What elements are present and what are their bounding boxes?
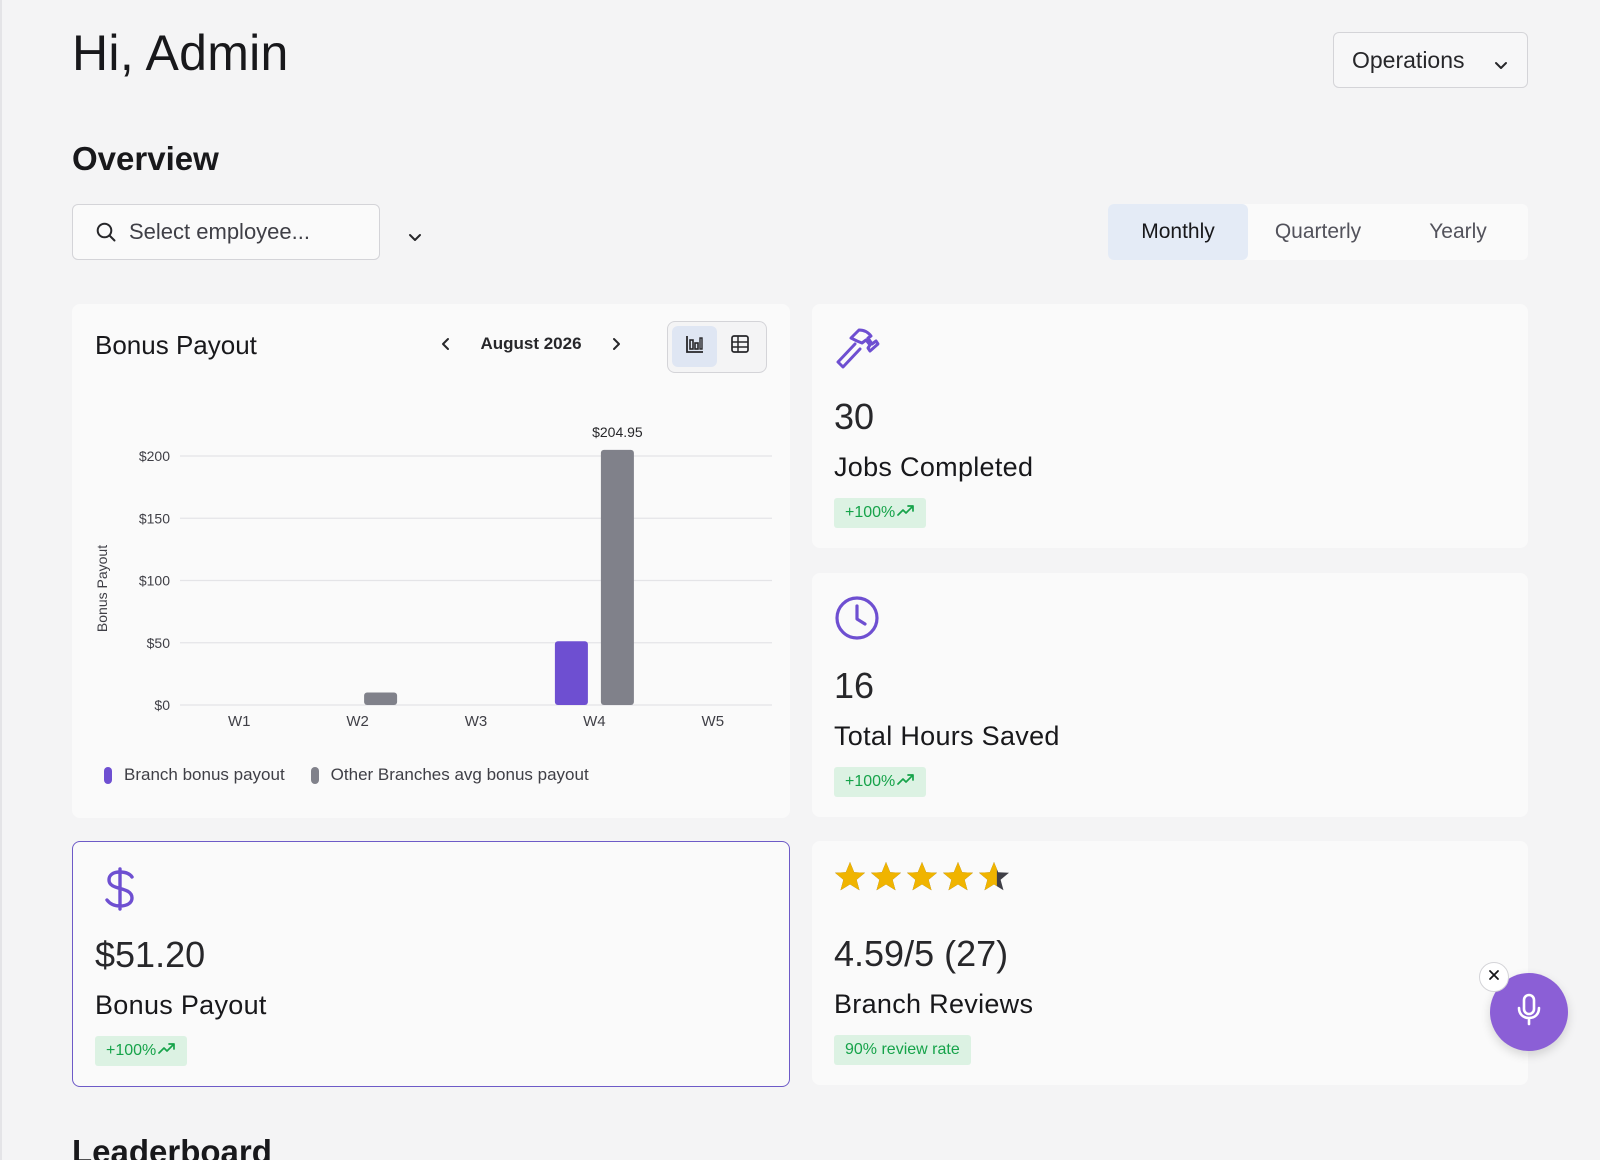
department-dropdown-value: Operations (1352, 46, 1465, 73)
bonus-payout-chart-card: Bonus Payout August 2026 $0 $50 $100 $150 $2… (72, 304, 790, 818)
employee-select[interactable]: Select employee... (72, 204, 421, 260)
bonus-payout-label: Bonus Payout (95, 990, 267, 1020)
bonus-payout-value: $51.20 (95, 934, 206, 975)
search-icon (95, 221, 117, 249)
star-icon (834, 861, 866, 898)
bonus-payout-change: +100% (106, 1042, 157, 1059)
close-icon (1488, 968, 1500, 986)
trend-up-icon (895, 773, 915, 792)
y-tick-label: $0 (154, 697, 170, 713)
page-greeting: Hi, Admin (72, 25, 289, 81)
hours-saved-value: 16 (834, 665, 875, 706)
legend-swatch-other-branches (310, 766, 319, 784)
chevron-left-icon[interactable] (436, 334, 456, 354)
hours-saved-label: Total Hours Saved (834, 721, 1060, 751)
hammer-icon (834, 326, 880, 377)
legend-item-other-branches: Other Branches avg bonus payout (310, 765, 589, 785)
jobs-completed-card: 30 Jobs Completed +100% (812, 304, 1528, 548)
legend-label-branch: Branch bonus payout (124, 765, 285, 784)
y-tick-label: $50 (147, 635, 171, 651)
chart-view-toggle (667, 321, 767, 373)
review-rate-badge: 90% review rate (834, 1035, 971, 1065)
star-icon (906, 861, 938, 898)
y-tick-label: $100 (139, 573, 170, 589)
bar-w4-series-2 (600, 449, 634, 705)
hours-saved-card: 16 Total Hours Saved +100% (812, 573, 1528, 817)
branch-reviews-label: Branch Reviews (834, 989, 1034, 1019)
x-tick-label: W2 (346, 713, 369, 730)
star-icon (942, 861, 974, 898)
chevron-down-icon (1493, 52, 1509, 79)
rating-stars (834, 861, 1014, 898)
bar-w4-series-1 (554, 641, 588, 705)
y-tick-label: $200 (139, 448, 170, 464)
x-tick-label: W4 (583, 713, 606, 730)
employee-select-placeholder: Select employee... (129, 219, 310, 244)
chart-card-title: Bonus Payout (95, 330, 257, 360)
chart-view-button[interactable] (672, 326, 717, 367)
month-navigator: August 2026 (436, 334, 626, 354)
bonus-payout-chart: $0 $50 $100 $150 $200 Bonus Payout W1 W2 W3 W4 W5 $… (94, 424, 772, 730)
hours-saved-change: +100% (845, 773, 896, 790)
legend-item-branch: Branch bonus payout (104, 765, 285, 785)
jobs-completed-badge: +100% (834, 498, 927, 528)
jobs-completed-change: +100% (845, 504, 896, 521)
table-view-button[interactable] (717, 326, 762, 367)
branch-reviews-value: 4.59/5 (27) (834, 933, 1009, 974)
chevron-down-icon (407, 225, 423, 251)
department-dropdown[interactable]: Operations (1333, 32, 1528, 88)
bar-w2-series-2 (364, 692, 398, 705)
data-label: $204.95 (592, 424, 643, 440)
table-icon (730, 334, 750, 359)
x-tick-label: W5 (702, 713, 725, 730)
chart-icon (685, 334, 705, 359)
tab-quarterly[interactable]: Quarterly (1248, 204, 1388, 260)
branch-reviews-card: 4.59/5 (27) Branch Reviews 90% review ra… (812, 841, 1528, 1085)
y-tick-label: $150 (139, 510, 170, 526)
bonus-payout-badge: +100% (95, 1036, 188, 1066)
leaderboard-title: Leaderboard (72, 1133, 272, 1160)
hours-saved-badge: +100% (834, 767, 927, 797)
y-axis-label: Bonus Payout (94, 545, 110, 632)
trend-up-icon (156, 1042, 176, 1061)
trend-up-icon (895, 504, 915, 523)
jobs-completed-value: 30 (834, 396, 875, 437)
period-toggle: Monthly Quarterly Yearly (1108, 204, 1528, 260)
legend-swatch-branch (104, 766, 112, 784)
legend-label-other-branches: Other Branches avg bonus payout (330, 765, 589, 784)
current-month: August 2026 (480, 334, 582, 353)
tab-yearly[interactable]: Yearly (1388, 204, 1528, 260)
page-edge (0, 0, 2, 1160)
tab-monthly[interactable]: Monthly (1108, 204, 1248, 260)
overview-title: Overview (72, 140, 219, 177)
clock-icon (834, 595, 880, 646)
bonus-payout-card[interactable]: $51.20 Bonus Payout +100% (72, 841, 790, 1087)
x-tick-label: W1 (228, 713, 251, 730)
microphone-icon (1515, 993, 1543, 1032)
star-icon (870, 861, 902, 898)
jobs-completed-label: Jobs Completed (834, 452, 1034, 482)
x-tick-label: W3 (465, 713, 488, 730)
star-icon (978, 861, 1010, 898)
dollar-icon (103, 866, 137, 917)
chevron-right-icon[interactable] (606, 334, 626, 354)
chart-legend: Branch bonus payout Other Branches avg b… (104, 765, 615, 785)
voice-close-button[interactable] (1479, 962, 1509, 992)
